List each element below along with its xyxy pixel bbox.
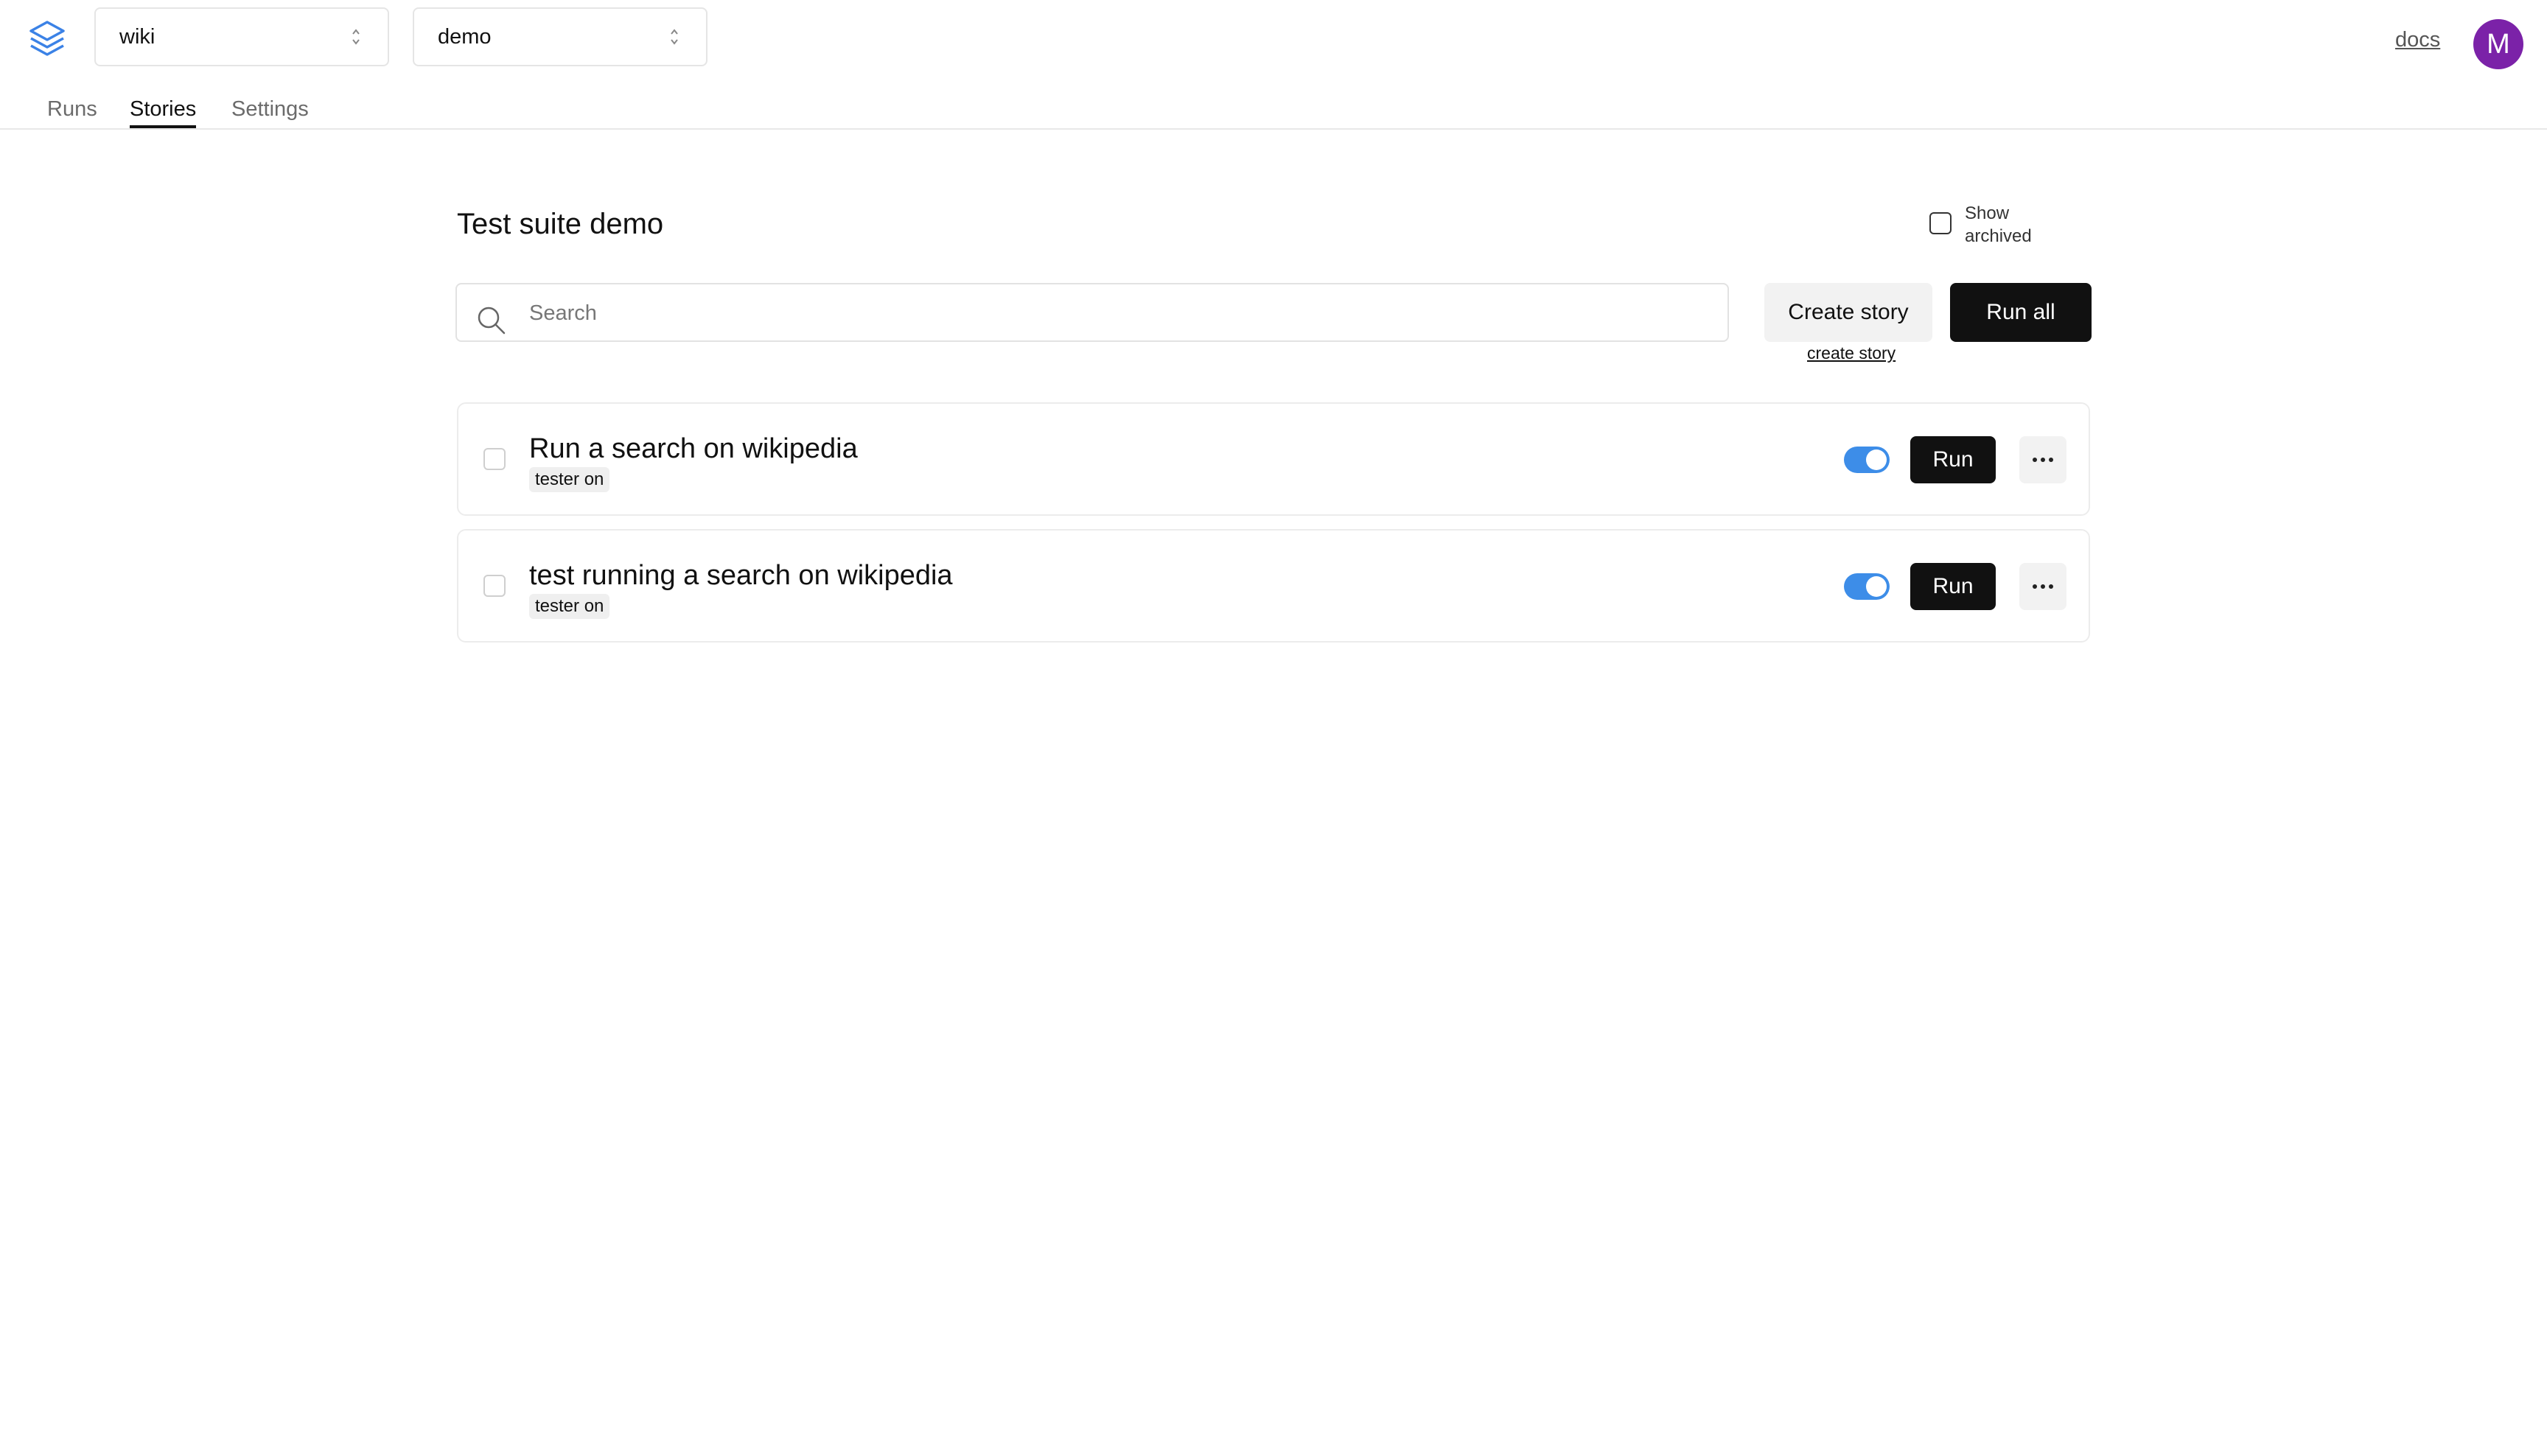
toggle-knob (1866, 576, 1887, 597)
project-select-value: wiki (119, 24, 156, 49)
story-card: test running a search on wikipedia teste… (457, 529, 2090, 643)
chevron-up-down-icon (352, 29, 360, 45)
show-archived-toggle[interactable]: Show archived (1929, 202, 2077, 251)
tab-runs[interactable]: Runs (47, 97, 97, 128)
stack-layers-icon[interactable] (25, 16, 69, 60)
story-title[interactable]: Run a search on wikipedia (529, 433, 858, 465)
ellipsis-icon (2033, 584, 2053, 589)
run-story-button[interactable]: Run (1910, 563, 1996, 610)
story-card: Run a search on wikipedia tester on Run (457, 402, 2090, 516)
create-story-button[interactable]: Create story (1764, 283, 1932, 342)
ellipsis-icon (2033, 458, 2053, 462)
story-tag: tester on (529, 594, 610, 619)
docs-link[interactable]: docs (2395, 28, 2440, 52)
search-input[interactable] (528, 284, 1710, 342)
create-story-link[interactable]: create story (1807, 343, 1896, 363)
search-box[interactable] (455, 283, 1729, 342)
story-enabled-toggle[interactable] (1844, 447, 1890, 473)
more-options-button[interactable] (2019, 436, 2066, 483)
story-tag: tester on (529, 467, 610, 492)
suite-select[interactable]: demo (413, 7, 708, 66)
page-title: Test suite demo (457, 208, 664, 240)
run-all-button[interactable]: Run all (1950, 283, 2092, 342)
more-options-button[interactable] (2019, 563, 2066, 610)
project-select[interactable]: wiki (94, 7, 389, 66)
tab-stories[interactable]: Stories (130, 97, 197, 128)
show-archived-checkbox[interactable] (1929, 212, 1952, 234)
suite-select-value: demo (438, 24, 492, 49)
story-select-checkbox[interactable] (483, 448, 506, 470)
tab-settings[interactable]: Settings (231, 97, 309, 128)
user-avatar[interactable]: M (2473, 19, 2523, 69)
chevron-up-down-icon (671, 29, 678, 45)
show-archived-label: Show archived (1965, 203, 2032, 246)
header-divider (0, 128, 2547, 130)
toggle-knob (1866, 449, 1887, 470)
search-icon (478, 307, 506, 335)
story-select-checkbox[interactable] (483, 575, 506, 597)
run-story-button[interactable]: Run (1910, 436, 1996, 483)
story-enabled-toggle[interactable] (1844, 573, 1890, 600)
story-title[interactable]: test running a search on wikipedia (529, 560, 953, 592)
